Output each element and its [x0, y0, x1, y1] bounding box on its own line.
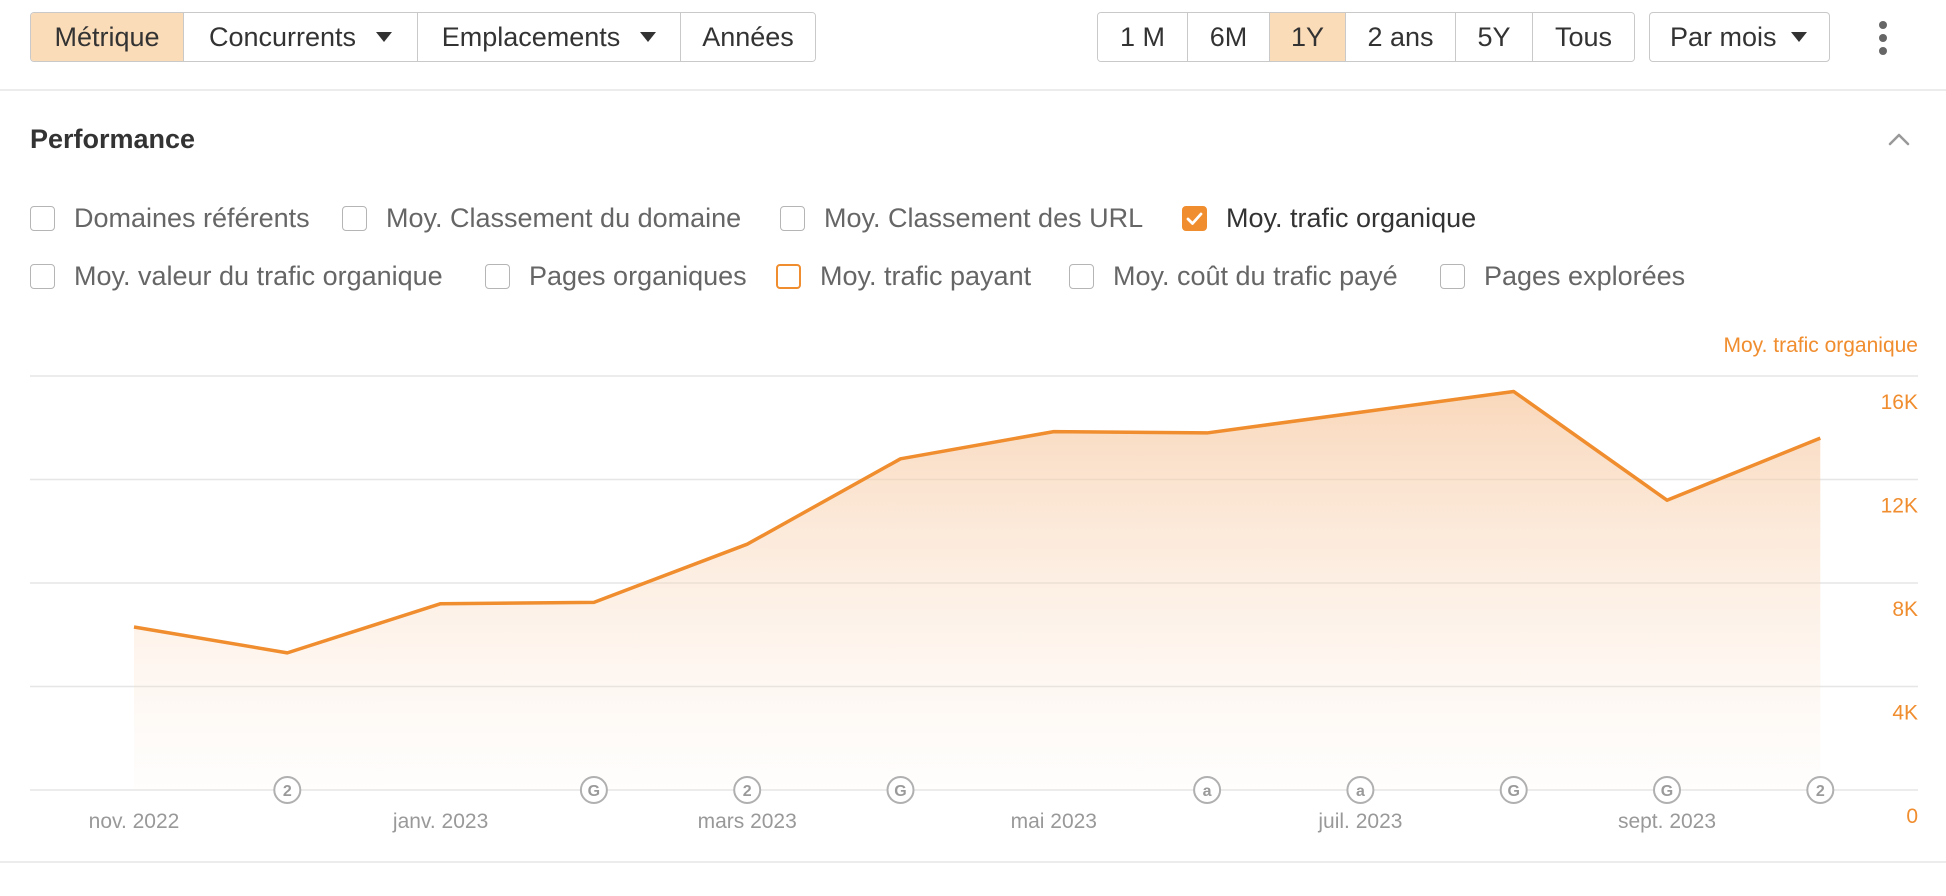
metric-moy-cout-du-trafic-paye[interactable]: Moy. coût du trafic payé [1069, 261, 1398, 292]
collapse-chevron-up-icon[interactable] [1888, 128, 1910, 150]
tab-label: Métrique [54, 21, 160, 52]
metric-moy-trafic-payant[interactable]: Moy. trafic payant [776, 261, 1031, 292]
range-tous[interactable]: Tous [1533, 13, 1634, 61]
metric-label: Moy. trafic organique [1226, 203, 1477, 233]
checkbox[interactable] [1069, 264, 1094, 289]
annotation-glyph: a [1356, 783, 1365, 800]
y-tick-label: 8K [1892, 598, 1918, 621]
checkbox[interactable] [1440, 264, 1465, 289]
x-tick-label: sept. 2023 [1618, 810, 1716, 833]
tab-annees[interactable]: Années [681, 13, 815, 61]
metric-label: Pages organiques [529, 261, 747, 291]
checkbox[interactable] [780, 206, 805, 231]
y-tick-label: 4K [1892, 702, 1918, 725]
metric-moy-classement-du-domaine[interactable]: Moy. Classement du domaine [342, 203, 741, 234]
tab-label: Années [702, 21, 794, 52]
metric-label: Pages explorées [1484, 261, 1686, 291]
checkbox[interactable] [30, 206, 55, 231]
checkbox[interactable] [776, 264, 801, 289]
metric-moy-trafic-organique[interactable]: Moy. trafic organique [1182, 203, 1476, 234]
section-title: Performance [30, 124, 196, 154]
y-tick-label: 16K [1881, 391, 1918, 414]
tab-label: Emplacements [441, 21, 621, 52]
annotation-glyph: 2 [1816, 783, 1825, 800]
checkbox[interactable] [30, 264, 55, 289]
granularity-label: Par mois [1670, 21, 1777, 52]
tab-label: Concurrents [208, 21, 357, 52]
tab-concurrents[interactable]: Concurrents [184, 13, 418, 61]
range-1y[interactable]: 1Y [1270, 13, 1346, 61]
y-tick-label: 0 [1906, 805, 1918, 828]
x-tick-label: janv. 2023 [392, 810, 488, 833]
more-options-icon[interactable] [1873, 21, 1893, 55]
y-axis-title: Moy. trafic organique [1723, 334, 1918, 357]
range-1-m[interactable]: 1 M [1098, 13, 1188, 61]
range-2-ans[interactable]: 2 ans [1346, 13, 1456, 61]
y-tick-label: 12K [1881, 495, 1918, 518]
chevron-down-icon [1790, 32, 1807, 42]
granularity-dropdown[interactable]: Par mois [1649, 12, 1830, 62]
series-area [134, 391, 1821, 790]
tab-emplacements[interactable]: Emplacements [418, 13, 681, 61]
metric-domaines-referents[interactable]: Domaines référents [30, 203, 310, 234]
x-tick-label: mars 2023 [698, 810, 797, 833]
time-range-group: 1 M 6M 1Y 2 ans 5Y Tous [1097, 12, 1635, 62]
metric-label: Moy. Classement des URL [824, 203, 1144, 233]
annotation-glyph: G [1507, 783, 1519, 800]
caret-down-icon [376, 32, 393, 42]
checkbox[interactable] [485, 264, 510, 289]
annotation-glyph: 2 [283, 783, 292, 800]
organic-traffic-chart: 0 4K 8K 12K 16K Moy. trafic organique 2 G 2 Ga a G G… [0, 334, 1946, 863]
caret-down-icon [640, 32, 657, 42]
range-5y[interactable]: 5Y [1456, 13, 1533, 61]
x-tick-label: mai 2023 [1011, 810, 1097, 833]
checkbox[interactable] [1182, 206, 1207, 231]
metric-label: Moy. trafic payant [820, 261, 1032, 291]
metric-label: Moy. coût du trafic payé [1113, 261, 1398, 291]
metric-moy-classement-des-url[interactable]: Moy. Classement des URL [780, 203, 1143, 234]
x-tick-label: juil. 2023 [1317, 810, 1402, 833]
checkmark-icon [1186, 212, 1203, 225]
view-mode-group: Métrique Concurrents Emplacements Années [30, 12, 816, 62]
annotation-glyph: G [588, 783, 600, 800]
tab-metrique[interactable]: Métrique [31, 13, 184, 61]
metric-pages-organiques[interactable]: Pages organiques [485, 261, 747, 292]
metric-label: Moy. valeur du trafic organique [74, 261, 443, 291]
metric-label: Moy. Classement du domaine [386, 203, 742, 233]
metric-moy-valeur-du-trafic-organique[interactable]: Moy. valeur du trafic organique [30, 261, 443, 292]
range-6m[interactable]: 6M [1188, 13, 1270, 61]
toolbar: Métrique Concurrents Emplacements Années 1 … [0, 0, 1946, 91]
annotation-glyph: 2 [743, 783, 752, 800]
metric-pages-explorees[interactable]: Pages explorées [1440, 261, 1685, 292]
annotation-glyph: G [1661, 783, 1673, 800]
x-tick-label: nov. 2022 [89, 810, 180, 833]
checkbox[interactable] [342, 206, 367, 231]
annotation-glyph: a [1203, 783, 1212, 800]
annotation-glyph: G [894, 783, 906, 800]
metric-label: Domaines référents [74, 203, 310, 233]
